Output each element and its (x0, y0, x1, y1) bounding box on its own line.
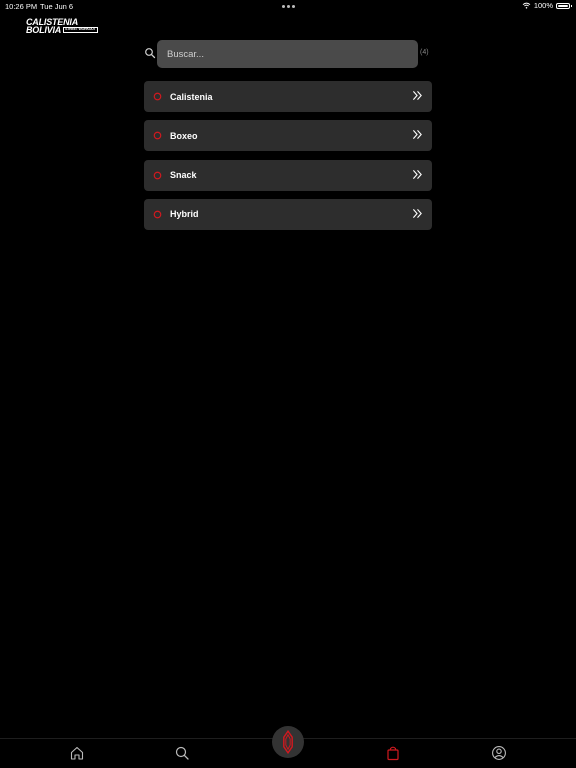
status-time: 10:26 PM (5, 2, 38, 11)
profile-icon[interactable] (491, 745, 507, 761)
status-bar: 10:26 PM Tue Jun 6 100% (0, 0, 576, 12)
double-chevron-right-icon (412, 208, 422, 218)
status-date: Tue Jun 6 (40, 2, 74, 11)
logo-line2-wrap: BOLIVIA STREET WORKOUT (26, 25, 98, 35)
logo-mark-icon (283, 730, 293, 754)
category-list: Calistenia Boxeo Snack Hybrid (144, 81, 432, 238)
logo-line2: BOLIVIA (26, 25, 62, 35)
ring-icon (153, 92, 162, 101)
category-label: Boxeo (170, 130, 198, 141)
category-label: Snack (170, 170, 197, 181)
category-item-calistenia[interactable]: Calistenia (144, 81, 432, 112)
ring-icon (153, 171, 162, 179)
result-count: (4) (420, 49, 429, 56)
category-item-boxeo[interactable]: Boxeo (144, 120, 432, 152)
bottom-nav (0, 726, 576, 768)
search-icon (145, 48, 156, 59)
double-chevron-right-icon (412, 130, 422, 140)
multitasking-dots-icon[interactable] (282, 5, 295, 8)
battery-icon (556, 2, 572, 9)
double-chevron-right-icon (412, 91, 422, 100)
ring-icon (153, 210, 162, 219)
nav-search-icon[interactable] (174, 745, 190, 761)
battery-percent: 100% (533, 1, 553, 10)
logo-sub: STREET WORKOUT (63, 27, 98, 33)
center-logo-button[interactable] (272, 726, 304, 758)
logo-text: CALISTENIA BOLIVIA STREET WORKOUT (26, 18, 98, 35)
screen: 10:26 PM Tue Jun 6 100% CALISTENIA BOLIV… (0, 0, 576, 768)
search-row: (4) (144, 40, 432, 68)
category-label: Calistenia (170, 91, 213, 102)
wifi-icon (522, 2, 531, 9)
shopping-bag-icon[interactable] (385, 745, 401, 761)
search-input[interactable] (157, 40, 418, 68)
category-label: Hybrid (170, 209, 199, 220)
ring-icon (153, 131, 162, 140)
category-item-hybrid[interactable]: Hybrid (144, 198, 432, 230)
category-item-snack[interactable]: Snack (144, 159, 432, 191)
home-icon[interactable] (69, 745, 85, 761)
status-right: 100% (522, 1, 572, 10)
app-logo[interactable]: CALISTENIA BOLIVIA STREET WORKOUT (24, 15, 98, 37)
double-chevron-right-icon (412, 169, 422, 179)
